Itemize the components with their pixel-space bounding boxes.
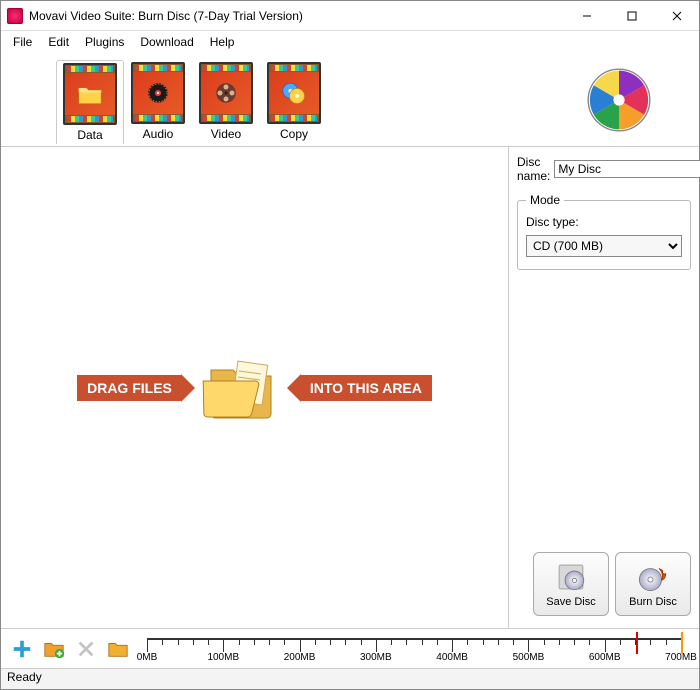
window-title: Movavi Video Suite: Burn Disc (7-Day Tri… [29, 9, 564, 23]
disc-name-input[interactable] [554, 160, 700, 178]
data-tab-icon [63, 63, 117, 125]
ruler-label: 400MB [436, 652, 468, 663]
video-tab-icon [199, 62, 253, 124]
tab-video[interactable]: Video [192, 59, 260, 143]
window-controls [564, 1, 699, 31]
close-button[interactable] [654, 1, 699, 31]
audio-tab-icon [131, 62, 185, 124]
menu-edit[interactable]: Edit [40, 33, 77, 51]
status-bar: Ready [1, 669, 699, 689]
save-disc-button[interactable]: Save Disc [533, 552, 609, 616]
tab-label: Copy [261, 127, 327, 141]
menu-help[interactable]: Help [202, 33, 243, 51]
main-body: DRAG FILES INTO THIS AREA Disc n [1, 147, 699, 629]
ruler-label: 200MB [284, 652, 316, 663]
folder-plus-icon [43, 638, 65, 660]
save-disc-label: Save Disc [546, 596, 596, 608]
drop-text-right: INTO THIS AREA [300, 375, 432, 401]
app-icon [7, 8, 23, 24]
ruler-label: 600MB [589, 652, 621, 663]
capacity-marker-red [636, 632, 638, 654]
tab-label: Video [193, 127, 259, 141]
title-bar: Movavi Video Suite: Burn Disc (7-Day Tri… [1, 1, 699, 31]
browse-button[interactable] [105, 636, 131, 662]
tab-data[interactable]: Data [56, 60, 124, 144]
ruler-label: 300MB [360, 652, 392, 663]
menu-bar: File Edit Plugins Download Help [1, 31, 699, 53]
drag-arrow-left: DRAG FILES [77, 374, 195, 402]
save-disc-icon [554, 560, 588, 594]
tab-label: Data [57, 128, 123, 142]
ruler-label: 500MB [513, 652, 545, 663]
menu-file[interactable]: File [5, 33, 40, 51]
minimize-button[interactable] [564, 1, 609, 31]
plus-icon [11, 638, 33, 660]
app-logo-icon [584, 65, 654, 135]
bottom-toolbar: 0MB100MB200MB300MB400MB500MB600MB700MB [1, 629, 699, 669]
right-panel: Disc name: Mode Disc type: CD (700 MB) S… [509, 147, 699, 628]
ruler-label: 100MB [207, 652, 239, 663]
drag-arrow-right: INTO THIS AREA [287, 374, 432, 402]
folder-icon [107, 638, 129, 660]
burn-disc-button[interactable]: Burn Disc [615, 552, 691, 616]
tab-copy[interactable]: Copy [260, 59, 328, 143]
disc-type-label: Disc type: [526, 215, 682, 229]
disc-name-label: Disc name: [517, 155, 550, 183]
tab-audio[interactable]: Audio [124, 59, 192, 143]
mode-legend: Mode [526, 193, 564, 207]
remove-button[interactable] [73, 636, 99, 662]
capacity-ruler: 0MB100MB200MB300MB400MB500MB600MB700MB [147, 634, 681, 664]
drop-area[interactable]: DRAG FILES INTO THIS AREA [1, 147, 509, 628]
capacity-marker-orange [681, 632, 683, 654]
delete-icon [75, 638, 97, 660]
maximize-button[interactable] [609, 1, 654, 31]
menu-download[interactable]: Download [132, 33, 201, 51]
menu-plugins[interactable]: Plugins [77, 33, 132, 51]
add-file-button[interactable] [9, 636, 35, 662]
disc-type-select[interactable]: CD (700 MB) [526, 235, 682, 257]
ruler-label: 0MB [137, 652, 158, 663]
burn-disc-label: Burn Disc [629, 596, 677, 608]
burn-disc-icon [636, 560, 670, 594]
tab-bar: Data Audio Video Copy [1, 53, 699, 147]
mode-group: Mode Disc type: CD (700 MB) [517, 193, 691, 270]
folder-icon [201, 345, 281, 430]
copy-tab-icon [267, 62, 321, 124]
tab-label: Audio [125, 127, 191, 141]
add-folder-button[interactable] [41, 636, 67, 662]
drop-text-left: DRAG FILES [77, 375, 182, 401]
